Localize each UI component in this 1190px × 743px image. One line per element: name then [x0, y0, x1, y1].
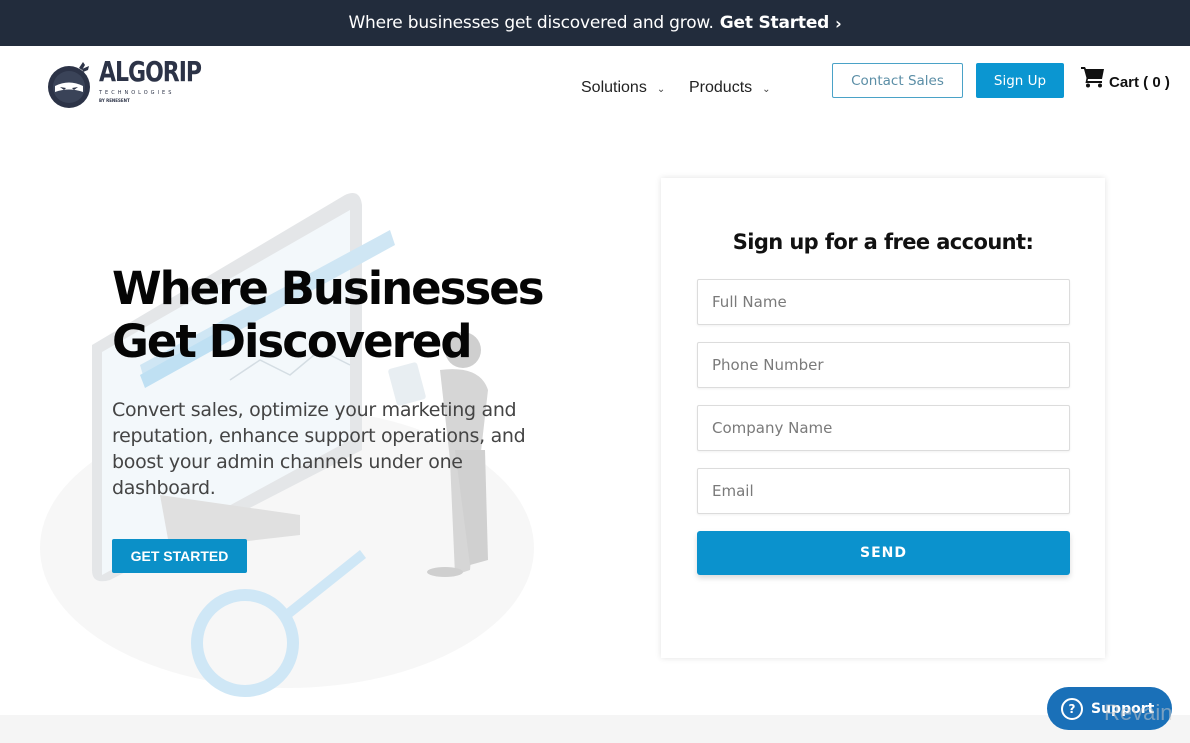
- logo[interactable]: ALGORIP TECHNOLOGIES BY RENESENT: [45, 58, 202, 110]
- site-header: ALGORIP TECHNOLOGIES BY RENESENT Solutio…: [0, 46, 1190, 120]
- nav-products-label: Products: [689, 79, 753, 96]
- announcement-text: Where businesses get discovered and grow…: [348, 13, 714, 33]
- support-widget-button[interactable]: ? Support: [1047, 687, 1172, 730]
- hero-title-line1: Where Businesses: [112, 262, 545, 315]
- support-label: Support: [1091, 700, 1155, 717]
- email-input[interactable]: [697, 468, 1070, 514]
- full-name-input[interactable]: [697, 279, 1070, 325]
- logo-subtitle: TECHNOLOGIES: [99, 90, 175, 96]
- sign-up-button[interactable]: Sign Up: [976, 63, 1064, 98]
- signup-form-title: Sign up for a free account:: [732, 230, 1034, 254]
- phone-number-input[interactable]: [697, 342, 1070, 388]
- nav-solutions-label: Solutions: [581, 79, 647, 96]
- get-started-button[interactable]: GET STARTED: [112, 539, 247, 573]
- hero-title: Where Businesses Get Discovered: [112, 262, 545, 368]
- chevron-down-icon: ⌄: [762, 83, 771, 95]
- signup-form-card: Sign up for a free account: SEND: [661, 178, 1105, 658]
- company-name-input[interactable]: [697, 405, 1070, 451]
- shopping-cart-icon: [1081, 66, 1105, 92]
- announcement-get-started-link[interactable]: Get Started: [720, 13, 830, 33]
- chevron-right-icon: ›: [835, 13, 842, 33]
- ninja-logo-icon: [45, 59, 95, 109]
- nav-solutions[interactable]: Solutions ⌄: [581, 79, 665, 97]
- cart-label: Cart ( 0 ): [1109, 74, 1170, 91]
- logo-byline: BY RENESENT: [99, 98, 130, 103]
- contact-sales-button[interactable]: Contact Sales: [832, 63, 963, 98]
- hero-description: Convert sales, optimize your marketing a…: [112, 399, 526, 499]
- nav-products[interactable]: Products ⌄: [689, 79, 771, 97]
- chevron-down-icon: ⌄: [656, 83, 666, 95]
- announcement-bar: Where businesses get discovered and grow…: [0, 0, 1190, 46]
- cart-link[interactable]: Cart ( 0 ): [1081, 66, 1170, 92]
- send-button[interactable]: SEND: [697, 531, 1070, 575]
- logo-name: ALGORIP: [99, 57, 202, 89]
- hero-title-line2: Get Discovered: [112, 315, 473, 368]
- help-question-icon: ?: [1061, 697, 1083, 720]
